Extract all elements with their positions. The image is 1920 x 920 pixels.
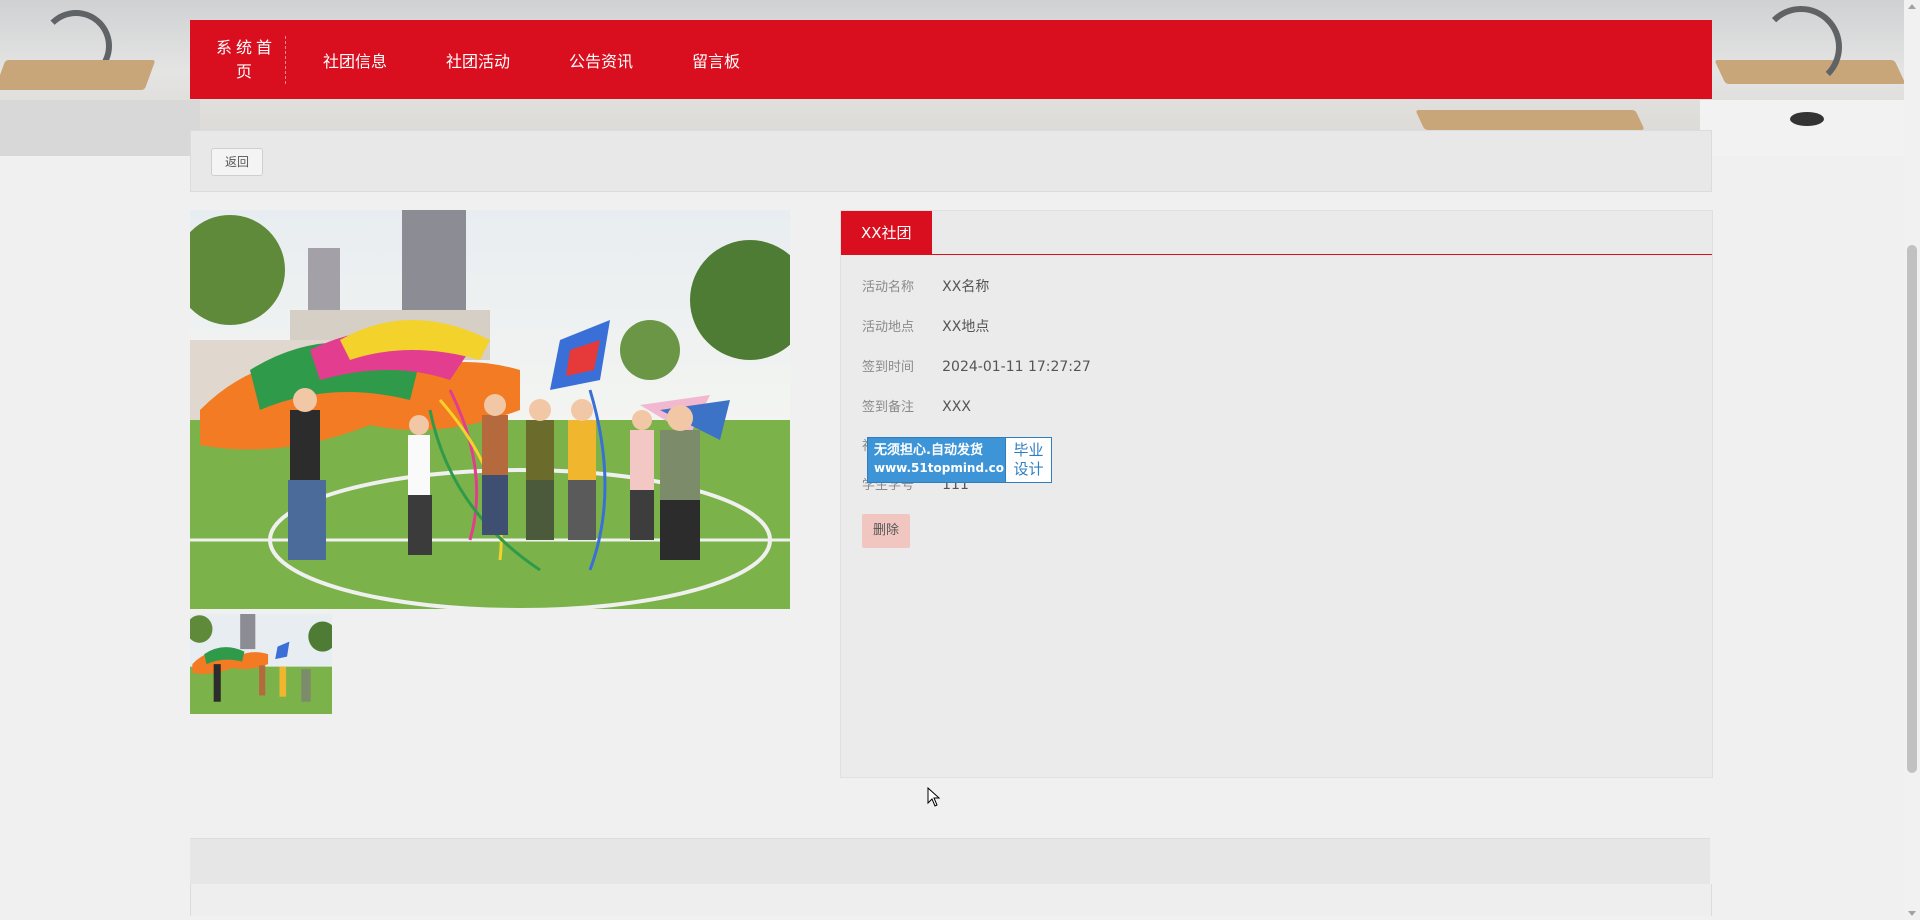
desk-decoration: [1415, 110, 1645, 130]
field-checkin-time: 签到时间 2024-01-11 17:27:27: [862, 356, 1091, 375]
nav-item-club-info[interactable]: 社团信息: [323, 48, 387, 72]
chair-decoration: [1760, 6, 1842, 88]
field-label: 活动名称: [862, 280, 915, 295]
field-value: XXX: [942, 399, 971, 415]
field-label: 签到备注: [862, 400, 915, 415]
field-checkin-note: 签到备注 XXX: [862, 396, 971, 415]
desk-decoration: [0, 100, 200, 156]
watermark-line1: 无须担心.自动发货: [874, 443, 983, 458]
panel-tab-club: XX社团: [841, 211, 932, 255]
thumbnail-illustration: [190, 614, 332, 714]
field-value: 2024-01-11 17:27:27: [942, 359, 1091, 375]
nav-item-club-activities[interactable]: 社团活动: [446, 48, 510, 72]
delete-button[interactable]: 删除: [862, 514, 911, 548]
nav-item-announcements[interactable]: 公告资讯: [569, 48, 633, 72]
outlet-decoration: [1790, 112, 1824, 126]
activity-main-image: [190, 210, 790, 609]
watermark-side-badge: 毕业 设计: [1005, 438, 1051, 482]
field-value: XX地点: [942, 319, 990, 335]
field-value: XX名称: [942, 279, 990, 295]
footer-header-bar: [190, 838, 1710, 885]
back-button[interactable]: 返回: [211, 148, 264, 176]
footer-content-area: [190, 884, 1712, 916]
field-activity-name: 活动名称 XX名称: [862, 276, 989, 296]
field-label: 活动地点: [862, 320, 915, 335]
scroll-down-arrow-icon[interactable]: [1908, 911, 1916, 916]
scrollbar-thumb[interactable]: [1907, 245, 1917, 773]
activity-thumbnail[interactable]: [190, 614, 332, 714]
nav-home-link[interactable]: 系统首页: [215, 35, 286, 84]
scroll-up-arrow-icon[interactable]: [1908, 4, 1916, 9]
desk-decoration: [0, 60, 156, 90]
watermark-text: 无须担心.自动发货 www.51topmind.com: [868, 438, 1017, 482]
panel-header: XX社团: [841, 211, 1712, 255]
desk-decoration: [1700, 100, 1904, 156]
nav-item-message-board[interactable]: 留言板: [692, 48, 740, 72]
mouse-cursor-icon: [927, 786, 941, 811]
activity-detail-panel: XX社团 活动名称 XX名称 活动地点 XX地点 签到时间 2024-01-11…: [840, 210, 1713, 778]
watermark-badge: 无须担心.自动发货 www.51topmind.com 毕业 设计: [867, 437, 1052, 483]
field-activity-location: 活动地点 XX地点: [862, 316, 989, 336]
breadcrumb-bar: 返回: [190, 130, 1712, 192]
main-navbar: 系统首页 社团信息 社团活动 公告资讯 留言板: [190, 20, 1712, 99]
watermark-line2: www.51topmind.com: [874, 461, 1017, 475]
activity-photo-illustration: [190, 210, 790, 609]
page-scrollbar[interactable]: [1904, 0, 1920, 920]
field-label: 签到时间: [862, 360, 915, 375]
watermark-badge-line1: 毕业: [1013, 441, 1044, 459]
watermark-badge-line2: 设计: [1013, 460, 1044, 478]
